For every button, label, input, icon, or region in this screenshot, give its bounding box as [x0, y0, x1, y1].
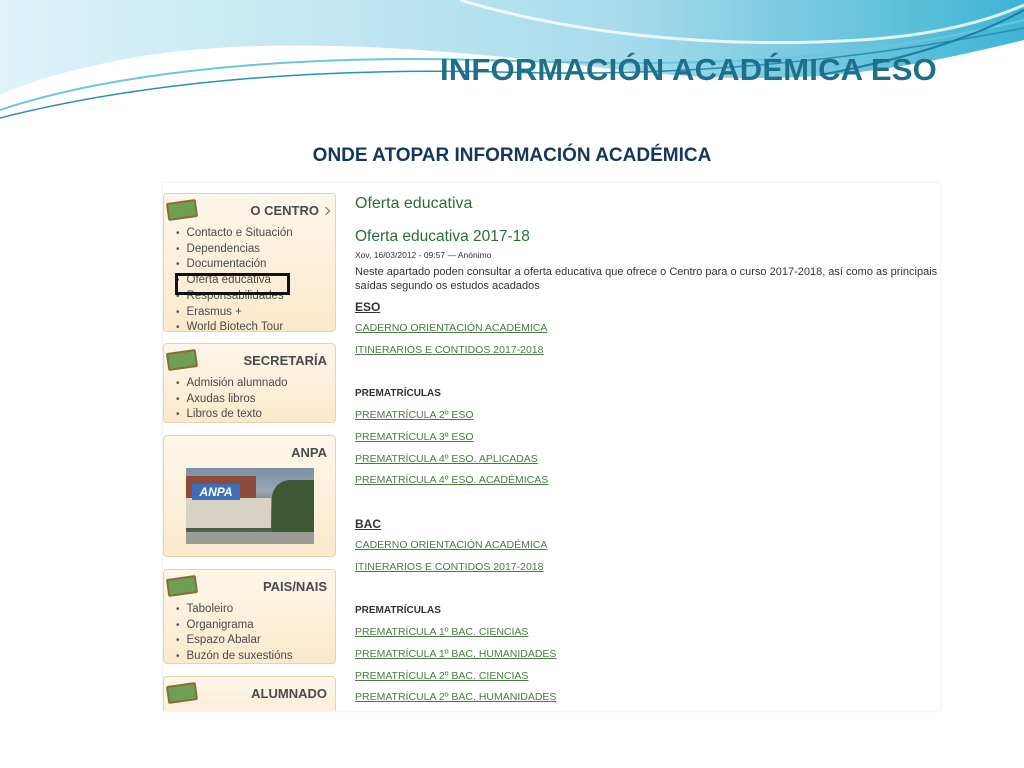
menu-item-admision[interactable]: Admisión alumnado [176, 376, 288, 392]
menu-box-title: ANPA [291, 445, 327, 460]
page-heading: Oferta educativa [355, 195, 473, 212]
slide-title: INFORMACIÓN ACADÉMICA ESO [440, 52, 937, 87]
link-bac-itinerarios[interactable]: ITINERARIOS E CONTIDOS 2017-2018 [355, 561, 543, 573]
website-screenshot: O CENTRO Contacto e Situación Dependenci… [163, 183, 940, 711]
subheading-bac-prematriculas: PREMATRÍCULAS [355, 605, 441, 616]
board-icon [165, 682, 199, 704]
menu-item-abalar[interactable]: Espazo Abalar [176, 633, 293, 649]
anpa-logo: ANPA [192, 484, 240, 500]
menu-item-contacto[interactable]: Contacto e Situación [176, 226, 293, 242]
menu-item-axudas[interactable]: Axudas libros [176, 392, 288, 408]
link-prematricula-2bac-humanidades[interactable]: PREMATRÍCULA 2º BAC. HUMANIDADES [355, 691, 556, 703]
menu-item-taboleiro[interactable]: Taboleiro [176, 602, 293, 618]
menu-item-documentacion[interactable]: Documentación [176, 257, 293, 273]
link-bac-caderno[interactable]: CADERNO ORIENTACIÓN ACADÉMICA [355, 539, 547, 551]
slide-subtitle: ONDE ATOPAR INFORMACIÓN ACADÉMICA [312, 145, 712, 166]
menu-box-title: O CENTRO [250, 203, 319, 218]
link-prematricula-3eso[interactable]: PREMATRÍCULA 3º ESO [355, 431, 474, 443]
menu-box-centro: O CENTRO Contacto e Situación Dependenci… [163, 193, 336, 333]
highlight-box [175, 273, 290, 295]
menu-box-title: ALUMNADO [251, 686, 327, 701]
menu-item-dependencias[interactable]: Dependencias [176, 242, 293, 258]
article-meta: Xov, 16/03/2012 - 09:57 — Anónimo [355, 250, 492, 260]
link-prematricula-4eso-academicas[interactable]: PREMATRÍCULA 4º ESO. ACADÉMICAS [355, 474, 548, 486]
menu-box-pais: PAIS/NAIS Taboleiro Organigrama Espazo A… [163, 569, 336, 664]
link-eso-itinerarios[interactable]: ITINERARIOS E CONTIDOS 2017-2018 [355, 344, 543, 356]
link-prematricula-4eso-aplicadas[interactable]: PREMATRÍCULA 4º ESO. APLICADAS [355, 453, 538, 465]
link-prematricula-2bac-ciencias[interactable]: PREMATRÍCULA 2º BAC. CIENCIAS [355, 670, 528, 682]
menu-item-buzon[interactable]: Buzón de suxestións [176, 649, 293, 665]
article-intro: Neste apartado poden consultar a oferta … [355, 266, 938, 292]
section-heading-eso: ESO [355, 300, 381, 314]
menu-item-libros[interactable]: Libros de texto [176, 407, 288, 423]
menu-box-anpa: ANPA ANPA [163, 435, 336, 557]
menu-box-title: SECRETARÍA [243, 353, 327, 368]
chevron-icon[interactable] [321, 206, 331, 216]
menu-item-organigrama[interactable]: Organigrama [176, 618, 293, 634]
board-icon [165, 575, 199, 597]
menu-box-secretaria: SECRETARÍA Admisión alumnado Axudas libr… [163, 343, 336, 423]
link-eso-caderno[interactable]: CADERNO ORIENTACIÓN ACADÉMICA [355, 322, 547, 334]
article-title[interactable]: Oferta educativa 2017-18 [355, 228, 530, 246]
menu-item-world-biotech[interactable]: World Biotech Tour [176, 320, 293, 336]
board-icon [165, 198, 199, 222]
menu-box-title: PAIS/NAIS [262, 579, 327, 594]
board-icon [165, 349, 199, 371]
section-heading-bac: BAC [355, 517, 381, 531]
link-prematricula-1bac-ciencias[interactable]: PREMATRÍCULA 1º BAC. CIENCIAS [355, 626, 528, 638]
link-prematricula-1bac-humanidades[interactable]: PREMATRÍCULA 1º BAC. HUMANIDADES [355, 648, 556, 660]
menu-item-erasmus[interactable]: Erasmus + [176, 305, 293, 321]
subheading-eso-prematriculas: PREMATRÍCULAS [355, 388, 441, 399]
menu-box-alumnado: ALUMNADO [163, 676, 336, 711]
anpa-photo[interactable]: ANPA [186, 468, 314, 544]
link-prematricula-2eso[interactable]: PREMATRÍCULA 2º ESO [355, 409, 474, 421]
